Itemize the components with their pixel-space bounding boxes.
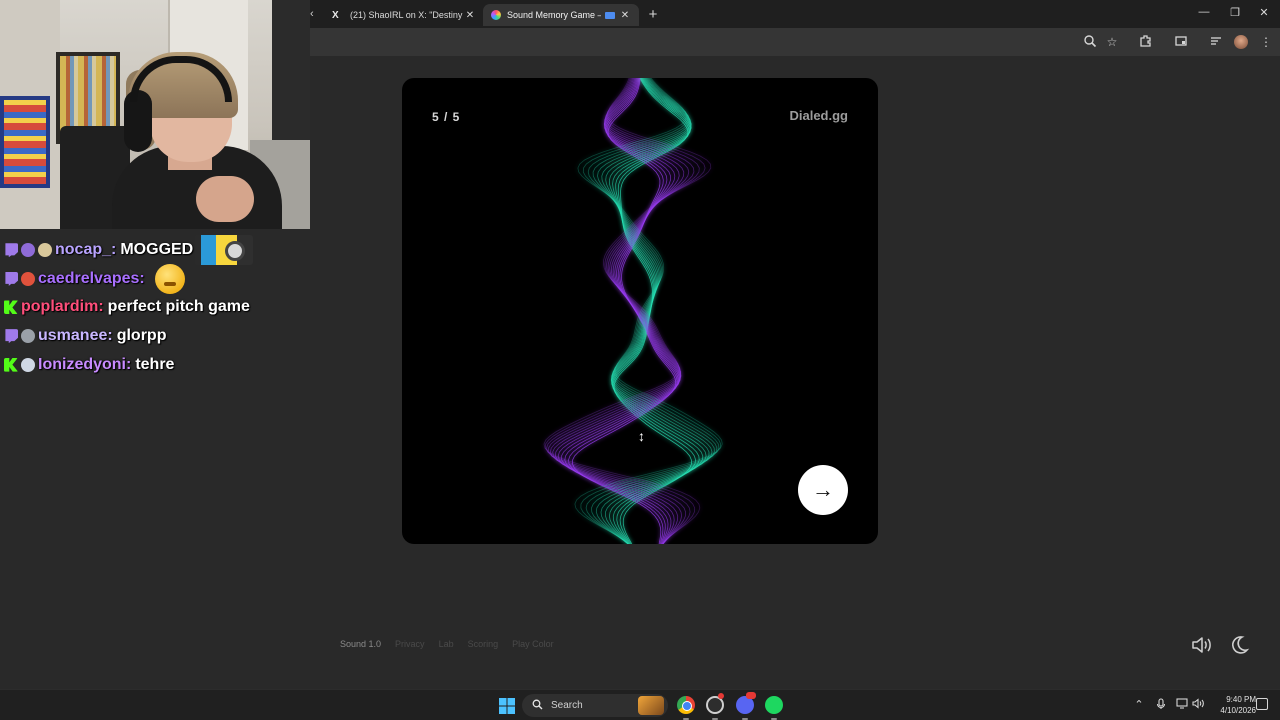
close-icon[interactable]: ✕ — [464, 10, 476, 21]
system-clock[interactable]: 9:40 PM 4/10/2026 — [1208, 694, 1256, 716]
game-card[interactable]: 5 / 5 Dialed.gg ↕ → — [402, 78, 878, 544]
page-content: 5 / 5 Dialed.gg ↕ → Sound 1.0 Privacy La… — [310, 56, 1280, 689]
chat-message: nocap_: MOGGED — [0, 235, 310, 266]
speaker-icon[interactable] — [1190, 634, 1214, 656]
recording-dot-icon — [718, 693, 724, 699]
chrome-icon[interactable] — [677, 696, 695, 714]
volume-icon[interactable] — [1191, 698, 1205, 712]
arrow-right-icon: → — [812, 477, 834, 502]
avatar-badge-icon — [21, 357, 35, 372]
chat-username: caedrelvapes: — [38, 269, 145, 287]
window-close-button[interactable]: ✕ — [1257, 6, 1271, 19]
notification-center-icon[interactable] — [1256, 698, 1268, 710]
minion-emote-icon — [195, 235, 254, 266]
cast-icon[interactable] — [1173, 34, 1189, 50]
new-tab-button[interactable]: + — [646, 6, 660, 23]
menu-icon[interactable]: ⋮ — [1258, 34, 1274, 50]
profile-avatar[interactable] — [1234, 35, 1248, 49]
kick-badge-icon — [4, 357, 18, 372]
windows-start-icon[interactable] — [499, 698, 515, 714]
clock-date: 4/10/2026 — [1220, 706, 1256, 715]
webcam-feed — [0, 0, 310, 229]
extensions-icon[interactable] — [1138, 34, 1154, 50]
footer-links: Sound 1.0 Privacy Lab Scoring Play Color — [340, 639, 554, 649]
round-counter: 5 / 5 — [432, 110, 461, 124]
twitch-badge-icon — [5, 243, 18, 258]
browser-tab-bar: ‹ X (21) ShaoIRL on X: "Destiny sho ✕ So… — [310, 0, 1280, 28]
chat-username: usmanee: — [38, 327, 113, 345]
footer-link-privacy[interactable]: Privacy — [395, 639, 425, 649]
browser-toolbar: ☆ ⋮ — [310, 28, 1280, 56]
network-icon[interactable] — [1175, 698, 1189, 712]
version-label: Sound 1.0 — [340, 639, 382, 649]
windows-taskbar: Search ⌃ 9:40 PM 4/10/2026 — [0, 689, 1280, 720]
chat-message: Ionizedyoni: tehre — [0, 350, 310, 379]
clock-time: 9:40 PM — [1226, 695, 1256, 704]
chat-username: nocap_: — [55, 241, 117, 259]
sub-badge-icon — [21, 243, 35, 258]
chat-message: usmanee: glorpp — [0, 322, 310, 351]
zoom-icon[interactable] — [1082, 34, 1098, 50]
notification-badge-icon — [746, 692, 756, 699]
tab-title: Sound Memory Game — H — [507, 10, 601, 20]
audio-playing-icon[interactable] — [605, 11, 615, 19]
close-icon[interactable]: ✕ — [619, 10, 631, 21]
face-emote-icon — [154, 263, 185, 294]
chat-message: poplardim: perfect pitch game — [0, 293, 310, 322]
flame-badge-icon — [21, 271, 35, 286]
twitch-badge-icon — [5, 329, 18, 344]
resize-cursor-icon: ↕ — [638, 428, 645, 444]
tab-title: (21) ShaoIRL on X: "Destiny sho — [350, 10, 464, 20]
star-icon[interactable]: ☆ — [1104, 34, 1120, 50]
screen: nocap_: MOGGED caedrelvapes: poplardim: … — [0, 0, 1280, 720]
footer-link-lab[interactable]: Lab — [439, 639, 454, 649]
colorful-circle-icon — [491, 10, 501, 20]
chat-username: poplardim: — [21, 298, 104, 316]
chat-text: tehre — [135, 355, 175, 373]
taskbar-search[interactable]: Search — [522, 694, 668, 717]
chat-username: Ionizedyoni: — [38, 355, 132, 373]
webcam-poster-left — [0, 96, 50, 188]
footer-link-play-color[interactable]: Play Color — [512, 639, 554, 649]
moon-icon[interactable] — [1228, 634, 1250, 656]
tab-sound-memory-game[interactable]: Sound Memory Game — H ✕ — [483, 4, 639, 26]
gift-badge-icon — [38, 243, 52, 258]
search-icon — [532, 699, 543, 713]
chat-message: caedrelvapes: — [0, 263, 310, 294]
search-highlight-icon — [638, 696, 664, 715]
media-control-icon[interactable] — [1208, 34, 1224, 50]
x-icon: X — [332, 9, 339, 21]
tab-shaoirl[interactable]: X (21) ShaoIRL on X: "Destiny sho ✕ — [324, 4, 484, 26]
twitch-badge-icon — [5, 271, 18, 286]
next-button[interactable]: → — [798, 465, 848, 515]
chat-text: perfect pitch game — [107, 298, 250, 316]
tab-scroll-left-button[interactable]: ‹ — [310, 7, 320, 21]
streamer-hand — [196, 176, 254, 222]
brand-logo[interactable]: Dialed.gg — [789, 108, 848, 123]
kick-badge-icon — [4, 300, 18, 315]
microphone-icon[interactable] — [1154, 698, 1168, 713]
chat-overlay: nocap_: MOGGED caedrelvapes: poplardim: … — [0, 235, 310, 379]
chat-text: glorpp — [116, 327, 167, 345]
chevron-up-icon[interactable]: ⌃ — [1132, 698, 1146, 711]
spotify-icon[interactable] — [765, 696, 783, 714]
minimize-button[interactable]: — — [1197, 6, 1211, 18]
mask-badge-icon — [21, 329, 35, 344]
maximize-button[interactable]: ❐ — [1228, 6, 1242, 19]
search-label: Search — [551, 700, 583, 711]
chat-text: MOGGED — [120, 241, 194, 259]
footer-link-scoring[interactable]: Scoring — [468, 639, 499, 649]
wave-line — [543, 78, 712, 544]
